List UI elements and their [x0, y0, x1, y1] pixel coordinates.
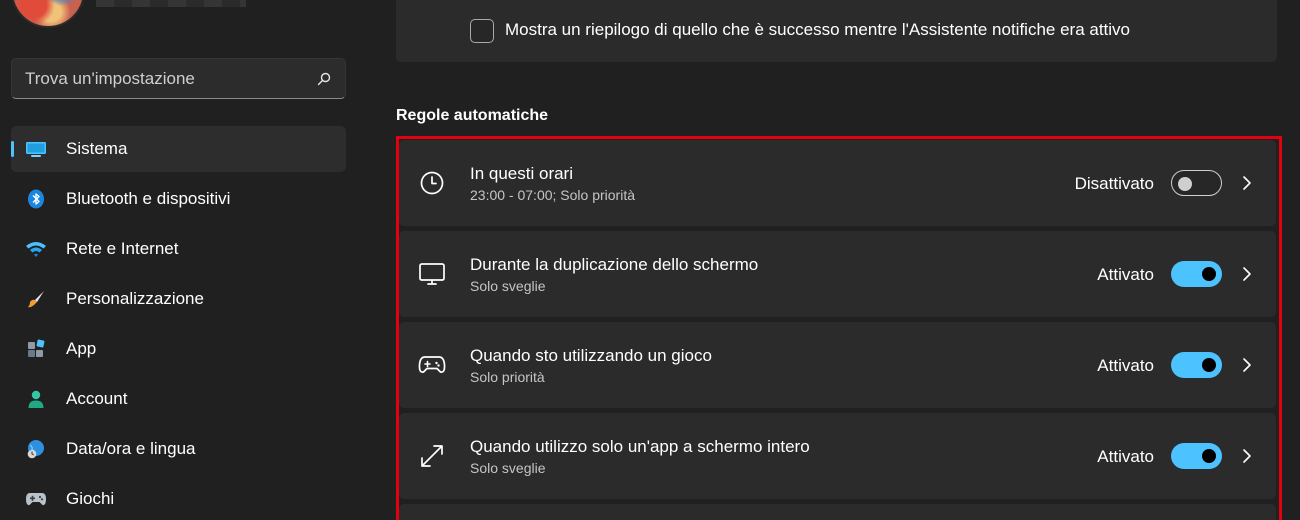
toggle-knob	[1178, 177, 1192, 191]
sidebar-item-rete[interactable]: Rete e Internet	[11, 226, 346, 272]
summary-setting-card: Mostra un riepilogo di quello che è succ…	[396, 0, 1277, 62]
rule-toggle[interactable]	[1171, 261, 1222, 287]
sidebar-nav: Sistema Bluetooth e dispositivi Rete e I…	[11, 126, 346, 520]
rule-subtitle: 23:00 - 07:00; Solo priorità	[470, 187, 635, 203]
rule-title: Quando utilizzo solo un'app a schermo in…	[470, 437, 810, 456]
rule-toggle[interactable]	[1171, 352, 1222, 378]
chevron-right-icon[interactable]	[1239, 264, 1255, 284]
sidebar-item-label: Giochi	[66, 489, 115, 508]
search-box[interactable]	[11, 58, 346, 99]
rule-state-label: Attivato	[1097, 265, 1154, 284]
rule-subtitle: Solo sveglie	[470, 278, 546, 294]
user-avatar[interactable]	[11, 0, 85, 28]
sidebar: Sistema Bluetooth e dispositivi Rete e I…	[0, 0, 362, 520]
toggle-knob	[1202, 358, 1216, 372]
gamepad-icon	[418, 351, 446, 379]
summary-checkbox[interactable]	[470, 19, 494, 43]
rule-card-next[interactable]	[399, 504, 1276, 520]
person-icon	[25, 388, 47, 410]
rule-state-label: Disattivato	[1074, 174, 1154, 193]
monitor-icon	[25, 138, 47, 160]
toggle-knob	[1202, 267, 1216, 281]
clock-icon	[418, 169, 446, 197]
monitor-icon	[418, 260, 446, 288]
rule-card-duplicazione-schermo[interactable]: Durante la duplicazione dello schermo So…	[399, 231, 1276, 317]
sidebar-item-label: Personalizzazione	[66, 289, 204, 308]
brush-icon	[25, 288, 47, 310]
rule-state-label: Attivato	[1097, 447, 1154, 466]
rule-card-schermo-intero[interactable]: Quando utilizzo solo un'app a schermo in…	[399, 413, 1276, 499]
toggle-knob	[1202, 449, 1216, 463]
sidebar-item-label: Data/ora e lingua	[66, 439, 196, 458]
rule-title: Quando sto utilizzando un gioco	[470, 346, 712, 365]
sidebar-item-label: Sistema	[66, 139, 128, 158]
sidebar-item-app[interactable]: App	[11, 326, 346, 372]
rule-title: In questi orari	[470, 164, 573, 183]
sidebar-item-label: Bluetooth e dispositivi	[66, 189, 231, 208]
sidebar-item-data-ora[interactable]: Data/ora e lingua	[11, 426, 346, 472]
user-name-redacted	[96, 0, 246, 7]
summary-checkbox-label: Mostra un riepilogo di quello che è succ…	[505, 20, 1131, 39]
fullscreen-icon	[418, 442, 446, 470]
sidebar-item-sistema[interactable]: Sistema	[11, 126, 346, 172]
gamepad-icon	[25, 488, 47, 510]
section-title: Regole automatiche	[396, 107, 549, 124]
rule-subtitle: Solo priorità	[470, 369, 545, 385]
rule-toggle[interactable]	[1171, 170, 1222, 196]
bluetooth-icon	[25, 188, 47, 210]
sidebar-item-account[interactable]: Account	[11, 376, 346, 422]
rule-title: Durante la duplicazione dello schermo	[470, 255, 759, 274]
wifi-icon	[25, 238, 47, 260]
chevron-right-icon[interactable]	[1239, 173, 1255, 193]
sidebar-item-label: App	[66, 339, 97, 358]
sidebar-item-label: Account	[66, 389, 128, 408]
search-input[interactable]	[25, 68, 316, 89]
globe-clock-icon	[25, 438, 47, 460]
main-content: Mostra un riepilogo di quello che è succ…	[396, 0, 1282, 520]
search-icon[interactable]	[316, 71, 332, 87]
rule-card-gioco[interactable]: Quando sto utilizzando un gioco Solo pri…	[399, 322, 1276, 408]
chevron-right-icon[interactable]	[1239, 446, 1255, 466]
rule-state-label: Attivato	[1097, 356, 1154, 375]
sidebar-item-personalizzazione[interactable]: Personalizzazione	[11, 276, 346, 322]
sidebar-item-giochi[interactable]: Giochi	[11, 476, 346, 520]
chevron-right-icon[interactable]	[1239, 355, 1255, 375]
rule-card-in-questi-orari[interactable]: In questi orari 23:00 - 07:00; Solo prio…	[399, 140, 1276, 226]
rule-toggle[interactable]	[1171, 443, 1222, 469]
sidebar-item-bluetooth[interactable]: Bluetooth e dispositivi	[11, 176, 346, 222]
rule-subtitle: Solo sveglie	[470, 460, 546, 476]
apps-icon	[25, 338, 47, 360]
sidebar-item-label: Rete e Internet	[66, 239, 179, 258]
